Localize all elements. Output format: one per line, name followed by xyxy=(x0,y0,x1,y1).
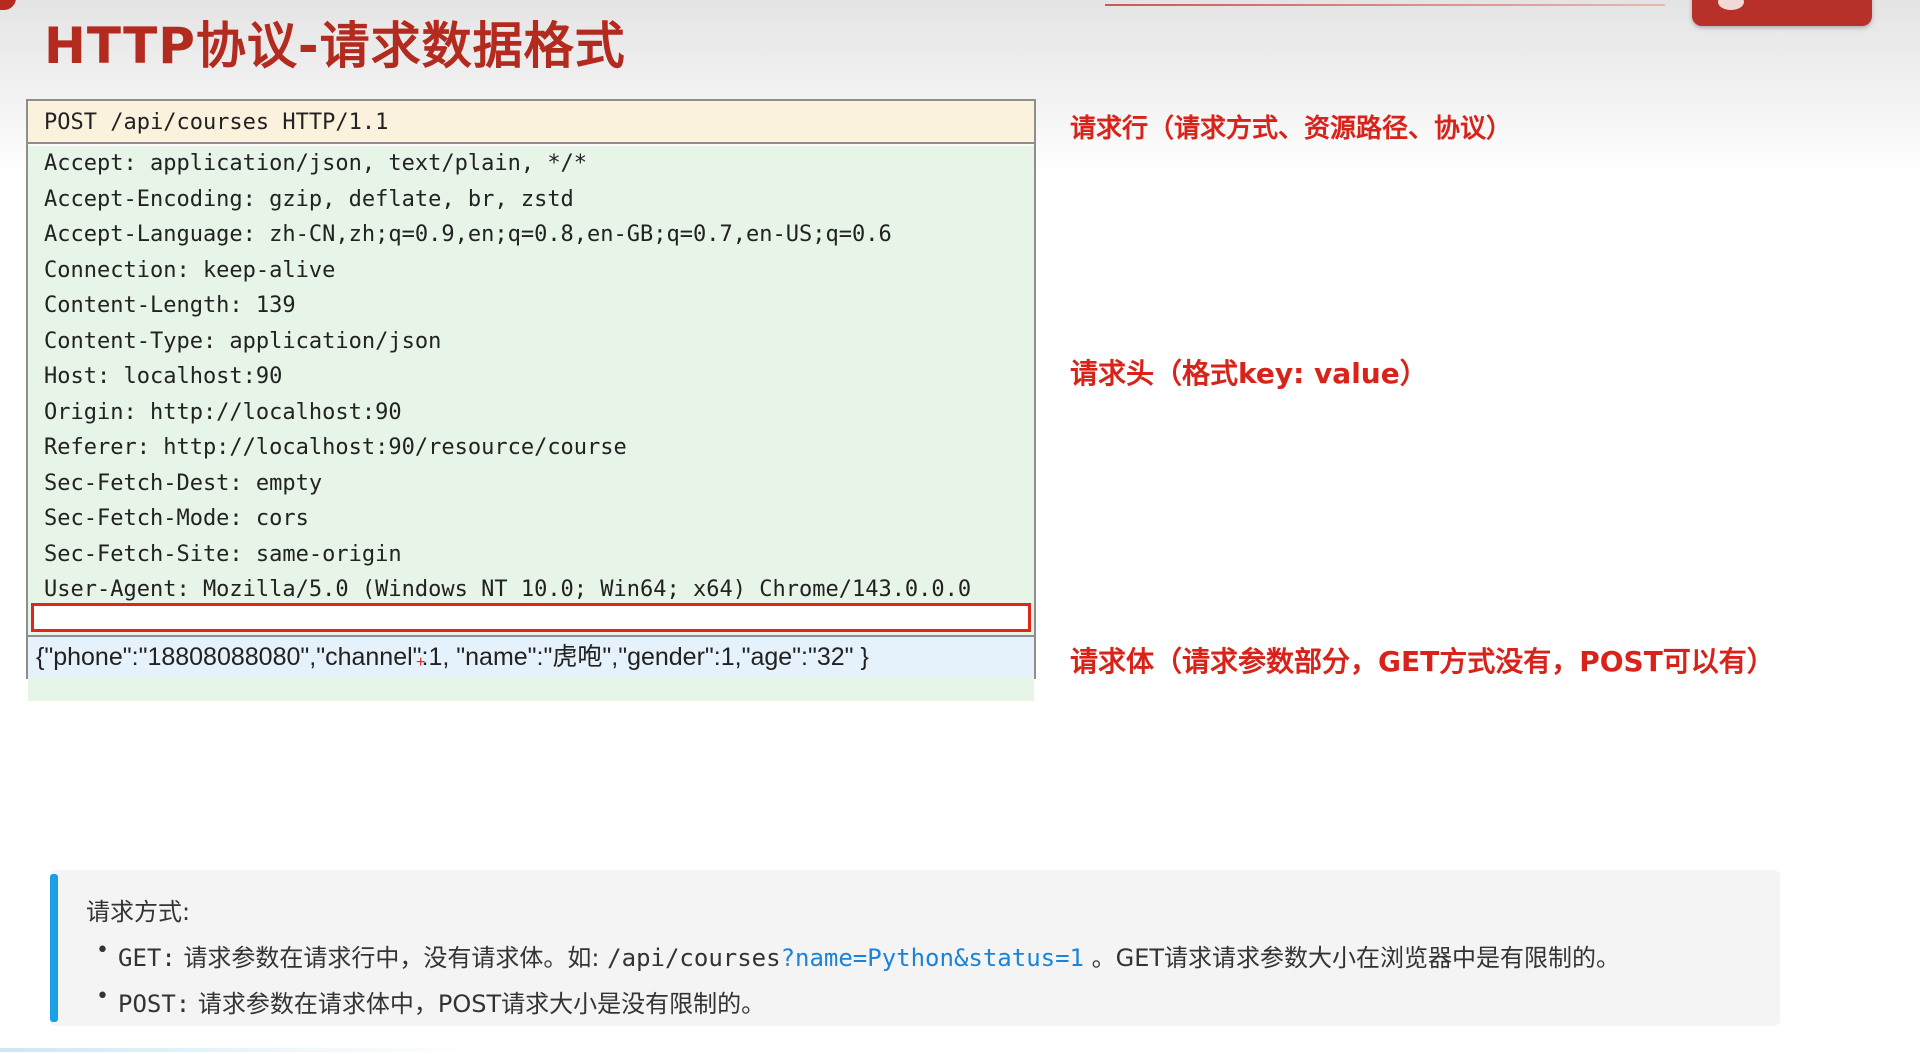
header-line: Sec-Fetch-Mode: cors xyxy=(44,506,309,531)
header-line: Content-Length: 139 xyxy=(44,293,296,318)
header-line: Origin: http://localhost:90 xyxy=(44,399,402,425)
request-body-text: {"phone":"18808088080","channel":1, "nam… xyxy=(36,643,869,671)
request-line: POST /api/courses HTTP/1.1 xyxy=(28,101,1034,144)
request-line-annotation: 请求行（请求方式、资源路径、协议） xyxy=(1070,114,1513,144)
note-heading: 请求方式: xyxy=(86,898,191,926)
post-method: POST: xyxy=(118,990,191,1018)
text-cursor-icon: + xyxy=(416,654,426,671)
get-limit-note: 。GET请求请求参数大小在浏览器中是有限制的。 xyxy=(1091,944,1621,972)
header-line: Sec-Fetch-Dest: empty xyxy=(44,470,323,496)
header-line: Connection: keep-alive xyxy=(44,257,336,283)
request-body-annotation: 请求体（请求参数部分，GET方式没有，POST可以有） xyxy=(1070,645,1775,678)
top-divider-line xyxy=(1105,4,1665,6)
bullet-icon: • xyxy=(96,938,109,963)
logo-icon xyxy=(1718,0,1744,10)
header-line: Host: localhost:90 xyxy=(44,364,283,389)
get-example-query: ?name=Python&status=1 xyxy=(780,944,1084,972)
request-body: {"phone":"18808088080","channel":1, "nam… xyxy=(28,635,1034,677)
get-method: GET: xyxy=(118,944,176,972)
get-description: 请求参数在请求行中，没有请求体。如: xyxy=(183,944,600,972)
header-line: Accept: application/json, text/plain, */… xyxy=(44,151,588,176)
bottom-decoration xyxy=(0,1048,480,1052)
post-description: 请求参数在请求体中，POST请求大小是没有限制的。 xyxy=(197,990,766,1018)
note-accent-bar xyxy=(50,874,58,1022)
get-example-path: /api/courses xyxy=(607,944,781,972)
note-item-post: • POST: 请求参数在请求体中，POST请求大小是没有限制的。 xyxy=(96,984,766,1019)
request-method-note: 请求方式: • GET: 请求参数在请求行中，没有请求体。如: /api/cou… xyxy=(50,870,1780,1026)
header-line: Sec-Fetch-Site: same-origin xyxy=(44,541,402,567)
page-title: HTTP协议-请求数据格式 xyxy=(44,17,626,75)
request-headers-annotation: 请求头（格式key: value） xyxy=(1070,357,1428,390)
note-item-get: • GET: 请求参数在请求行中，没有请求体。如: /api/courses?n… xyxy=(96,938,1621,973)
header-line: Accept-Language: zh-CN,zh;q=0.9,en;q=0.8… xyxy=(44,222,892,247)
http-request-example: POST /api/courses HTTP/1.1 Accept: appli… xyxy=(26,99,1036,701)
bullet-icon: • xyxy=(96,984,109,1009)
empty-line-highlight xyxy=(31,603,1031,632)
header-line: Accept-Encoding: gzip, deflate, br, zstd xyxy=(44,186,574,212)
header-line: Content-Type: application/json xyxy=(44,328,442,354)
logo-badge xyxy=(1692,0,1872,26)
header-line: Referer: http://localhost:90/resource/co… xyxy=(44,435,627,460)
